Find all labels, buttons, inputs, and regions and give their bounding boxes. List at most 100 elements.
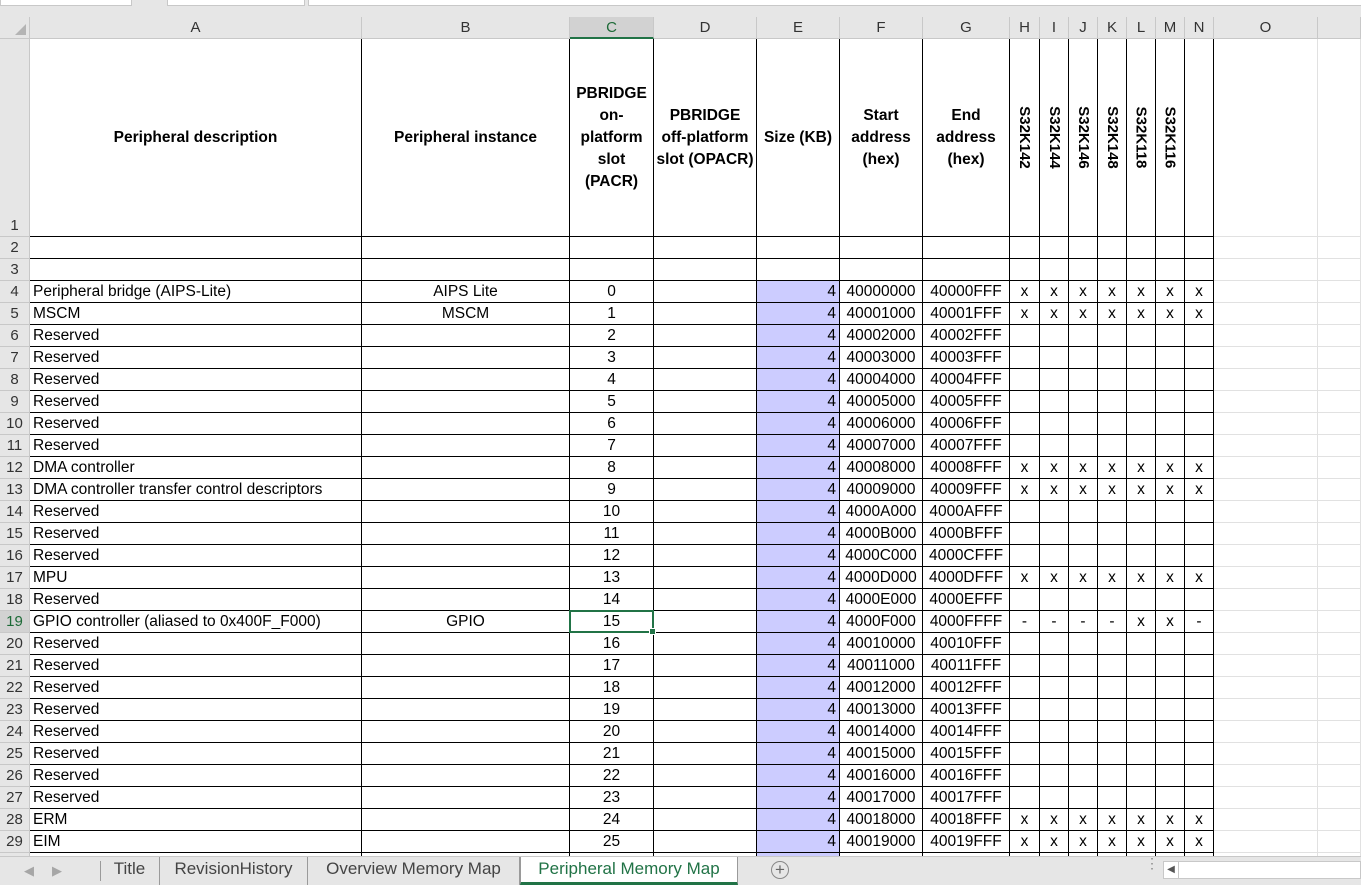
empty-cell[interactable] <box>1069 237 1098 259</box>
cell-description[interactable]: Reserved <box>30 743 362 765</box>
empty-cell[interactable] <box>1156 237 1185 259</box>
cell-device-flag[interactable] <box>1185 589 1214 611</box>
row-header-10[interactable]: 10 <box>0 413 30 435</box>
cell-description[interactable]: Reserved <box>30 391 362 413</box>
cell-device-flag[interactable] <box>1185 743 1214 765</box>
cell-device-flag[interactable]: x <box>1127 611 1156 633</box>
cell-description[interactable]: Reserved <box>30 369 362 391</box>
column-header-h[interactable]: H <box>1010 17 1040 39</box>
row-header-28[interactable]: 28 <box>0 809 30 831</box>
cell-end-address[interactable]: 40017FFF <box>923 787 1010 809</box>
cell-instance[interactable] <box>362 787 570 809</box>
cell-device-flag[interactable]: x <box>1069 281 1098 303</box>
cell-device-flag[interactable] <box>1185 325 1214 347</box>
cell-device-flag[interactable] <box>1156 369 1185 391</box>
cell-device-flag[interactable] <box>1127 501 1156 523</box>
cell-pacr[interactable]: 12 <box>570 545 654 567</box>
column-header-e[interactable]: E <box>757 17 840 39</box>
cell-start-address[interactable]: 4000E000 <box>840 589 923 611</box>
empty-cell[interactable] <box>1127 237 1156 259</box>
cell-start-address[interactable]: 40010000 <box>840 633 923 655</box>
cell-device-flag[interactable] <box>1098 523 1127 545</box>
empty-cell[interactable] <box>1040 259 1069 281</box>
cell-device-flag[interactable] <box>1185 369 1214 391</box>
cell-device-flag[interactable] <box>1156 435 1185 457</box>
row-header-27[interactable]: 27 <box>0 787 30 809</box>
cell-device-flag[interactable] <box>1010 545 1040 567</box>
empty-cell[interactable] <box>30 237 362 259</box>
cell-device-flag[interactable]: x <box>1098 457 1127 479</box>
cell-device-flag[interactable] <box>1010 391 1040 413</box>
empty-cell[interactable] <box>1010 259 1040 281</box>
cell-opacr[interactable] <box>654 347 757 369</box>
cell-device-flag[interactable] <box>1156 655 1185 677</box>
cell-device-flag[interactable] <box>1098 633 1127 655</box>
cell-size[interactable]: 4 <box>757 457 840 479</box>
cell-device-flag[interactable] <box>1069 655 1098 677</box>
cell-device-flag[interactable] <box>1069 589 1098 611</box>
cell-end-address[interactable]: 40018FFF <box>923 809 1010 831</box>
row-header-20[interactable]: 20 <box>0 633 30 655</box>
cell-end-address[interactable]: 40006FFF <box>923 413 1010 435</box>
cell-device-flag[interactable]: x <box>1069 303 1098 325</box>
cell-opacr[interactable] <box>654 677 757 699</box>
cell-pacr[interactable]: 7 <box>570 435 654 457</box>
cell-device-flag[interactable]: x <box>1069 567 1098 589</box>
cell-device-flag[interactable]: - <box>1010 611 1040 633</box>
cell-size[interactable]: 4 <box>757 721 840 743</box>
cell-opacr[interactable] <box>654 545 757 567</box>
cell-device-flag[interactable]: x <box>1127 479 1156 501</box>
cell-start-address[interactable]: 4000F000 <box>840 611 923 633</box>
empty-cell[interactable] <box>923 259 1010 281</box>
cell-instance[interactable]: AIPS Lite <box>362 281 570 303</box>
cell-device-flag[interactable] <box>1156 413 1185 435</box>
row-header-25[interactable]: 25 <box>0 743 30 765</box>
cell-size[interactable]: 4 <box>757 479 840 501</box>
cell-device-flag[interactable] <box>1185 655 1214 677</box>
cell-start-address[interactable]: 40017000 <box>840 787 923 809</box>
cell-instance[interactable]: MSCM <box>362 303 570 325</box>
cell-device-flag[interactable] <box>1040 677 1069 699</box>
cell-device-flag[interactable]: x <box>1185 567 1214 589</box>
select-all-corner[interactable] <box>0 17 30 39</box>
row-header-8[interactable]: 8 <box>0 369 30 391</box>
cell-device-flag[interactable] <box>1010 413 1040 435</box>
cell-device-flag[interactable] <box>1040 655 1069 677</box>
cell-device-flag[interactable]: x <box>1098 479 1127 501</box>
cell-start-address[interactable]: 4000C000 <box>840 545 923 567</box>
cell-end-address[interactable]: 40019FFF <box>923 831 1010 853</box>
cell-description[interactable]: Reserved <box>30 545 362 567</box>
cell-device-flag[interactable]: x <box>1185 479 1214 501</box>
cell-device-flag[interactable]: x <box>1156 567 1185 589</box>
cell-device-flag[interactable]: x <box>1127 567 1156 589</box>
cell-device-flag[interactable] <box>1098 655 1127 677</box>
cell-device-flag[interactable] <box>1156 347 1185 369</box>
cell-size[interactable]: 4 <box>757 567 840 589</box>
sheet-tab-revisionhistory[interactable]: RevisionHistory <box>160 857 308 885</box>
cell-start-address[interactable]: 40011000 <box>840 655 923 677</box>
cell-start-address[interactable]: 40006000 <box>840 413 923 435</box>
cell-device-flag[interactable] <box>1069 633 1098 655</box>
cell-pacr[interactable]: 21 <box>570 743 654 765</box>
row-header-2[interactable]: 2 <box>0 237 30 259</box>
cell-device-flag[interactable] <box>1010 347 1040 369</box>
column-header-g[interactable]: G <box>923 17 1010 39</box>
cell-pacr[interactable]: 6 <box>570 413 654 435</box>
cell-instance[interactable] <box>362 567 570 589</box>
cell-device-flag[interactable] <box>1185 633 1214 655</box>
cell-description[interactable]: Reserved <box>30 655 362 677</box>
cell-instance[interactable] <box>362 501 570 523</box>
cell-device-flag[interactable] <box>1069 369 1098 391</box>
cell-device-flag[interactable] <box>1040 765 1069 787</box>
cell-description[interactable]: Reserved <box>30 413 362 435</box>
plus-circle-icon[interactable]: + <box>771 861 789 879</box>
cell-size[interactable]: 4 <box>757 787 840 809</box>
cell-opacr[interactable] <box>654 303 757 325</box>
row-header-21[interactable]: 21 <box>0 655 30 677</box>
cell-size[interactable]: 4 <box>757 435 840 457</box>
cell-description[interactable]: DMA controller <box>30 457 362 479</box>
cell-opacr[interactable] <box>654 281 757 303</box>
cell-device-flag[interactable]: x <box>1127 457 1156 479</box>
cell-device-flag[interactable]: x <box>1098 303 1127 325</box>
cell-description[interactable]: MSCM <box>30 303 362 325</box>
